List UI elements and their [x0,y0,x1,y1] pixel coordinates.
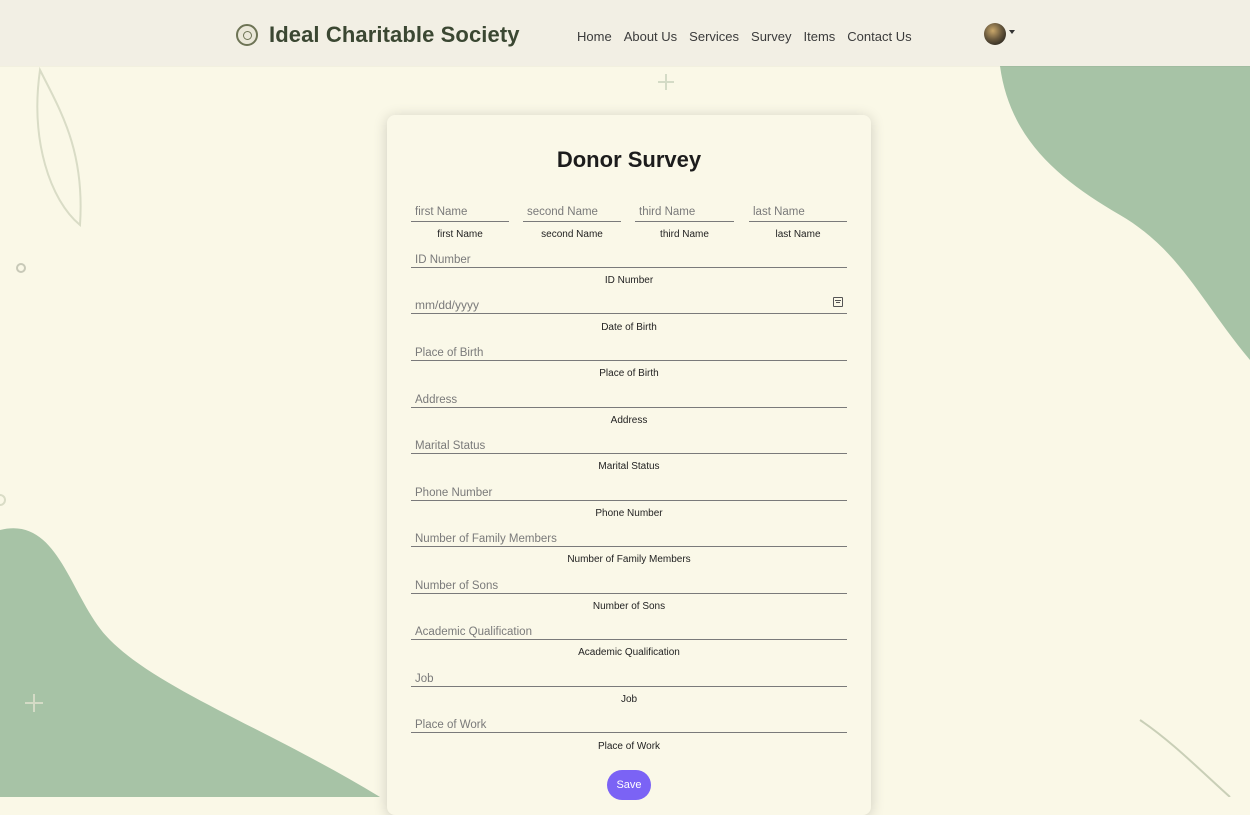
academic-qualification-field[interactable] [411,620,847,642]
nav-items[interactable]: Items [804,29,836,44]
brand-name: Ideal Charitable Society [269,22,520,47]
marital-status-field[interactable] [411,434,847,456]
date-of-birth-label: Date of Birth [601,322,657,333]
avatar[interactable] [984,23,1006,45]
last-name-field[interactable] [749,202,847,222]
first-name-field[interactable] [411,202,509,222]
place-of-birth-input[interactable] [411,343,847,363]
third-name-label: third Name [660,229,709,240]
second-name-input[interactable] [523,202,621,221]
place-of-birth-field[interactable] [411,341,847,363]
job-label: Job [620,694,638,705]
address-input[interactable] [411,390,847,410]
marital-status-label: Marital Status [598,461,660,472]
academic-qualification-input[interactable] [411,622,847,642]
first-name-label: first Name [437,229,483,240]
society-logo-icon [236,24,258,46]
second-name-label: second Name [541,229,603,240]
phone-number-label: Phone Number [595,508,663,519]
date-of-birth-input[interactable] [411,295,847,315]
nav-home[interactable]: Home [577,29,612,44]
user-menu[interactable] [984,23,1015,45]
place-of-birth-label: Place of Birth [599,368,659,379]
number-of-sons-field[interactable] [411,574,847,596]
last-name-label: last Name [775,229,821,240]
address-label: Address [610,415,648,426]
save-button[interactable]: Save [607,770,651,800]
job-input[interactable] [411,669,847,689]
marital-status-input[interactable] [411,436,847,456]
place-of-work-label: Place of Work [597,741,661,752]
family-members-field[interactable] [411,527,847,549]
job-field[interactable] [411,667,847,689]
id-number-field[interactable] [411,248,847,270]
donor-survey-card: Donor Survey first Name second Name thir… [387,115,871,815]
first-name-input[interactable] [411,202,509,221]
id-number-input[interactable] [411,250,847,270]
navbar: Ideal Charitable Society Home About Us S… [0,0,1250,66]
third-name-input[interactable] [635,202,734,221]
last-name-input[interactable] [749,202,847,221]
nav-contact-us[interactable]: Contact Us [847,29,911,44]
name-row: first Name second Name third Name last N… [411,202,847,240]
family-members-label: Number of Family Members [567,554,691,565]
brand[interactable]: Ideal Charitable Society [236,22,520,48]
phone-number-input[interactable] [411,483,847,503]
phone-number-field[interactable] [411,481,847,503]
calendar-icon[interactable] [833,297,843,307]
id-number-label: ID Number [604,275,654,286]
address-field[interactable] [411,388,847,410]
date-of-birth-field[interactable] [411,294,847,315]
place-of-work-input[interactable] [411,715,847,735]
place-of-work-field[interactable] [411,713,847,735]
nav-services[interactable]: Services [689,29,739,44]
nav-survey[interactable]: Survey [751,29,791,44]
caret-down-icon [1009,30,1015,34]
second-name-field[interactable] [523,202,621,222]
family-members-input[interactable] [411,529,847,549]
academic-qualification-label: Academic Qualification [578,647,680,658]
third-name-field[interactable] [635,202,734,222]
number-of-sons-label: Number of Sons [592,601,666,612]
nav-links: Home About Us Services Survey Items Cont… [577,29,924,44]
nav-about-us[interactable]: About Us [624,29,677,44]
number-of-sons-input[interactable] [411,576,847,596]
form-title: Donor Survey [556,147,702,172]
